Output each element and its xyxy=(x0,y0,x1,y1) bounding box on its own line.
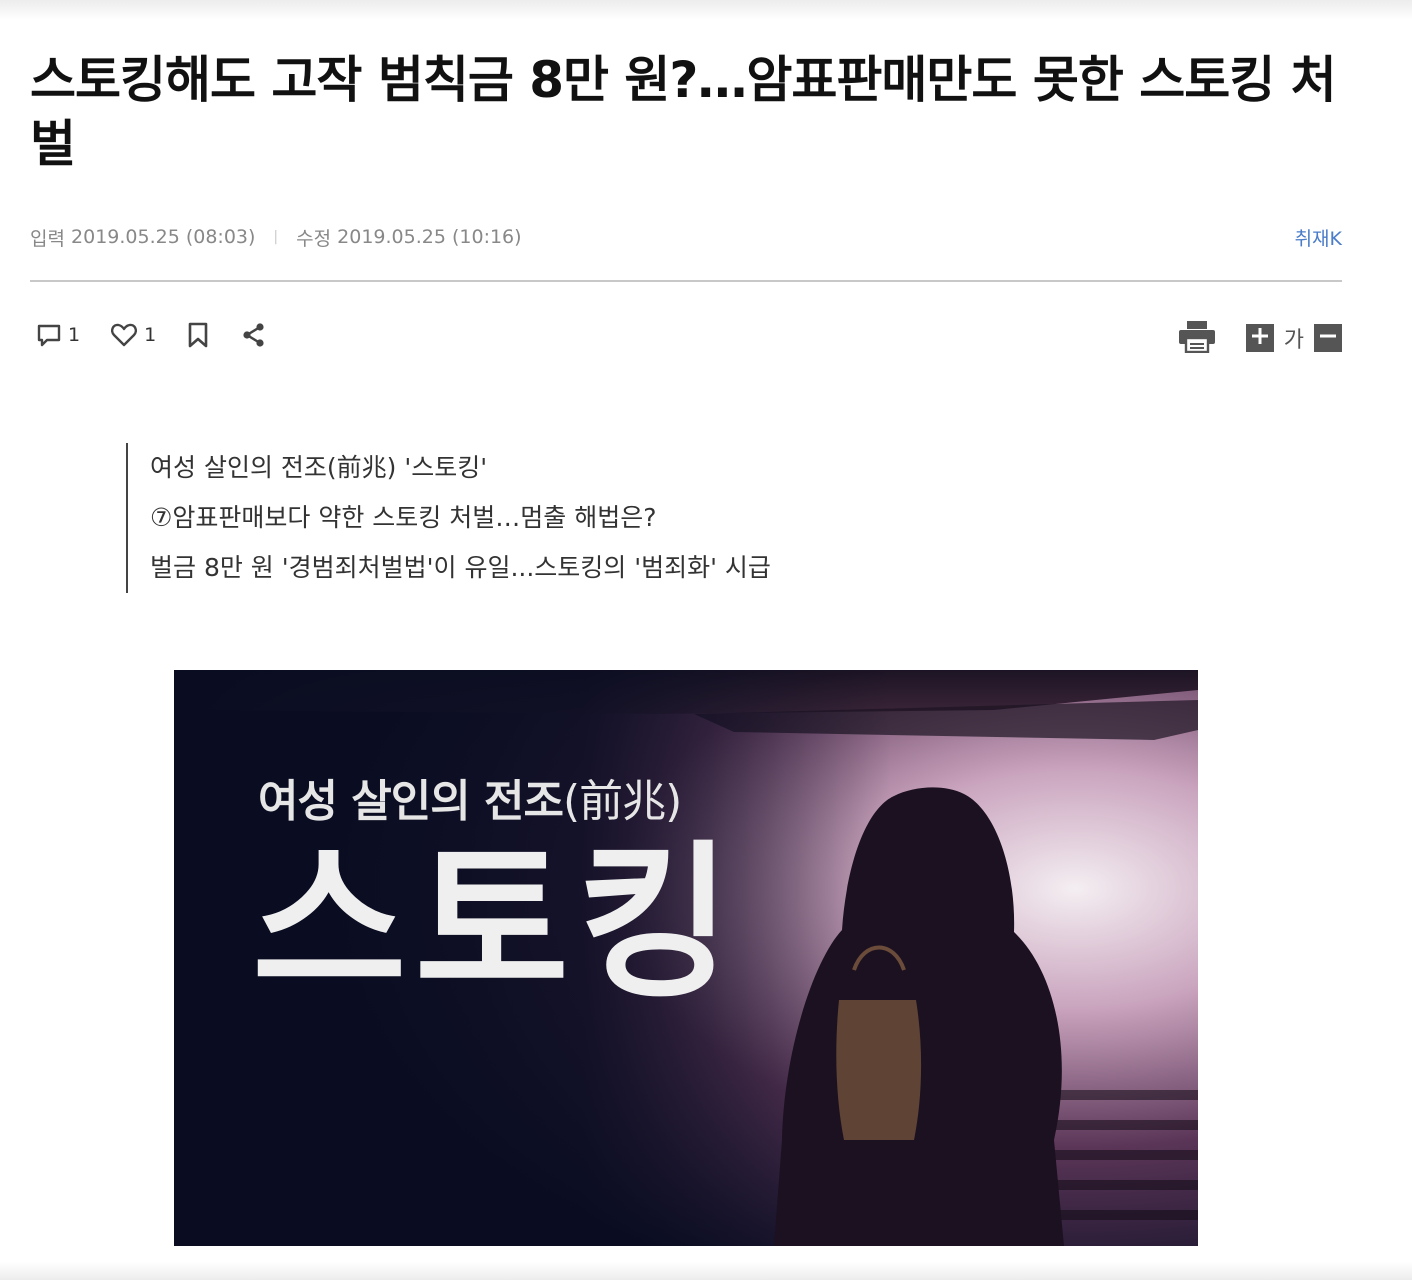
modified-label: 수정 xyxy=(296,227,332,250)
article-headline: 스토킹해도 고작 범칙금 8만 원?…암표판매만도 못한 스토킹 처벌 xyxy=(30,51,1337,173)
article-meta: 입력 2019.05.25 (08:03) | 수정 2019.05.25 (1… xyxy=(30,222,1342,252)
print-button[interactable] xyxy=(1178,319,1216,357)
article-actions: 1 1 xyxy=(36,318,298,352)
heart-icon xyxy=(110,322,138,348)
article-summary: 여성 살인의 전조(前兆) '스토킹' ⑦암표판매보다 약한 스토킹 처벌…멈출… xyxy=(126,443,771,593)
meta-separator: | xyxy=(273,229,279,245)
hero-image: 여성 살인의 전조(前兆) 스토킹 xyxy=(174,670,1198,1246)
input-label: 입력 xyxy=(30,227,65,250)
summary-line: 여성 살인의 전조(前兆) '스토킹' xyxy=(150,453,488,482)
modified-date: 2019.05.25 (10:16) xyxy=(337,226,522,248)
minus-icon xyxy=(1319,327,1337,349)
hero-subtitle: 여성 살인의 전조(前兆) xyxy=(258,765,682,829)
hero-subtitle-bold: 여성 살인의 전조 xyxy=(258,776,564,827)
top-shadow xyxy=(0,0,1412,20)
hero-title: 스토킹 xyxy=(252,825,740,1021)
input-date: 2019.05.25 (08:03) xyxy=(71,226,256,248)
like-button[interactable]: 1 xyxy=(110,322,156,348)
font-size-label: 가 xyxy=(1283,328,1304,353)
bookmark-button[interactable] xyxy=(186,321,210,349)
summary-line: 벌금 8만 원 '경범죄처벌법'이 유일...스토킹의 '범죄화' 시급 xyxy=(150,553,771,582)
font-increase-button[interactable] xyxy=(1245,324,1274,352)
like-count: 1 xyxy=(144,324,157,346)
print-icon xyxy=(1178,321,1216,357)
reader-tools: 가 xyxy=(1178,318,1342,358)
hero-subtitle-hanja: (前兆) xyxy=(563,776,682,827)
share-icon xyxy=(240,321,268,349)
comment-count: 1 xyxy=(68,324,81,346)
bottom-shadow xyxy=(0,1262,1412,1280)
plus-icon xyxy=(1251,327,1269,349)
share-button[interactable] xyxy=(240,321,268,349)
comment-icon xyxy=(36,322,62,348)
summary-line: ⑦암표판매보다 약한 스토킹 처벌…멈출 해법은? xyxy=(150,503,657,532)
reporter-link[interactable]: 취재K xyxy=(1295,224,1342,251)
comment-button[interactable]: 1 xyxy=(36,322,80,348)
font-decrease-button[interactable] xyxy=(1314,324,1342,352)
meta-divider xyxy=(30,280,1342,282)
bookmark-icon xyxy=(186,321,210,349)
